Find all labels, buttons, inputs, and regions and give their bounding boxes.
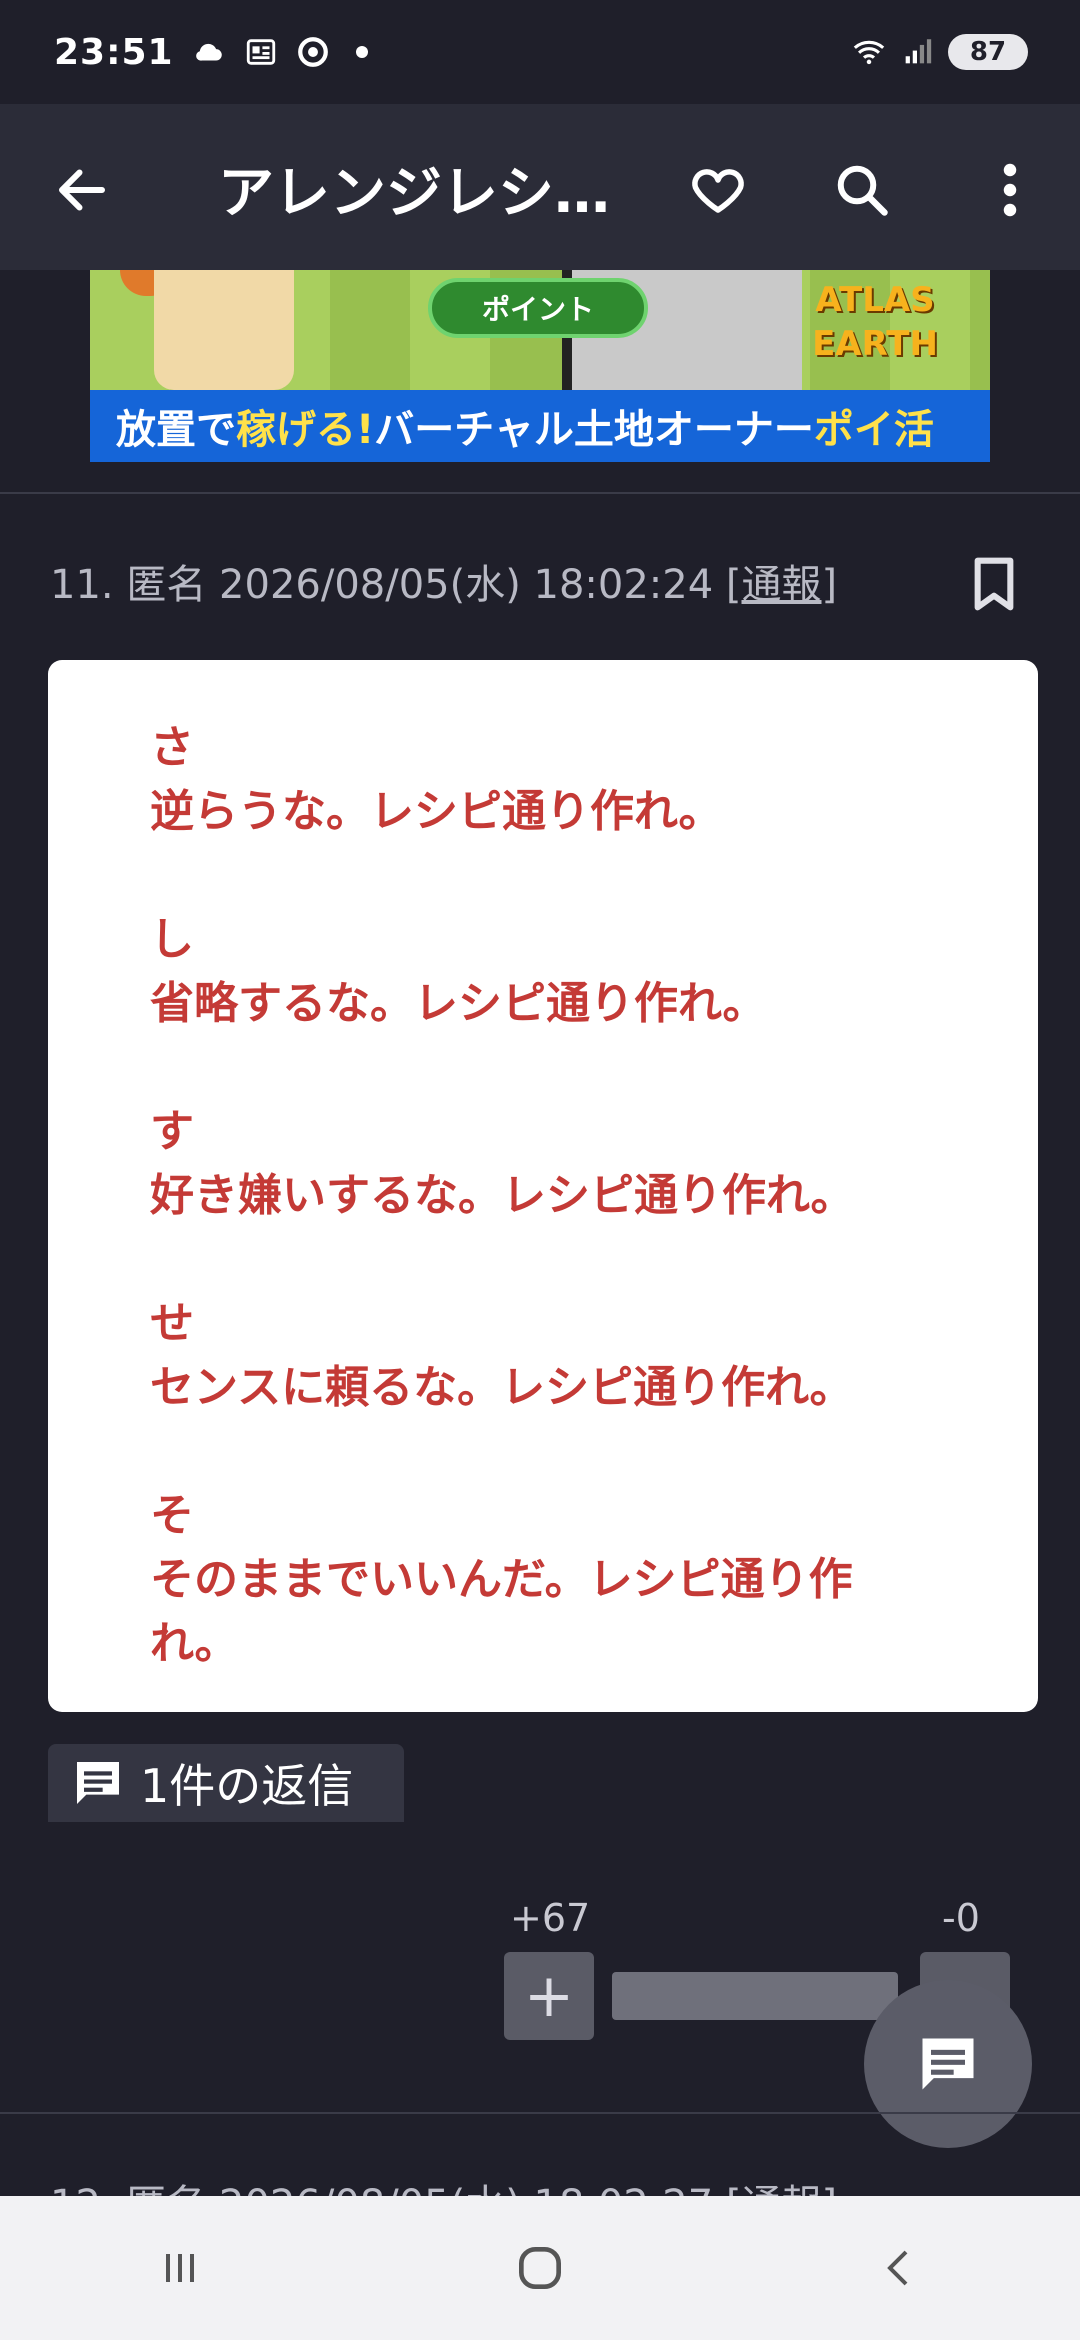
home-icon	[519, 2247, 561, 2289]
comment-line	[150, 1036, 1000, 1100]
cloud-icon	[195, 43, 222, 61]
divider	[0, 2112, 1080, 2114]
plus-vote-count: +67	[510, 1896, 591, 1940]
vote-ratio-bar	[612, 1972, 898, 2020]
recents-button[interactable]	[140, 2228, 220, 2308]
comment-line: 省略するな。レシピ通り作れ。	[150, 978, 767, 1029]
back-button[interactable]	[860, 2228, 940, 2308]
ad-tagline-highlight: ポイ活	[813, 407, 934, 453]
battery-indicator: 87	[948, 34, 1028, 70]
comment-image[interactable]: さ逆らうな。レシピ通り作れ。し省略するな。レシピ通り作れ。す好き嫌いするな。レシ…	[48, 660, 1038, 1712]
recents-icon	[166, 2254, 194, 2282]
signal-icon	[905, 39, 932, 64]
comment-line: 逆らうな。レシピ通り作れ。	[150, 786, 723, 837]
back-icon	[887, 2250, 908, 2286]
comment-line: さ	[150, 722, 194, 773]
ad-tagline-highlight: 稼げる!	[236, 407, 375, 453]
bookmark-icon[interactable]	[972, 556, 1016, 612]
wifi-icon	[853, 40, 885, 65]
comment-icon	[77, 1762, 119, 1804]
app-bar: アレンジレシ…	[0, 104, 1080, 270]
news-icon	[246, 39, 275, 65]
comment-line: センスに頼るな。レシピ通り作れ。	[150, 1362, 854, 1413]
chrome-icon	[297, 37, 328, 67]
ad-character	[154, 270, 294, 390]
ad-brand-logo: ATLAS EARTH	[812, 280, 938, 364]
comment-line: 好き嫌いするな。レシピ通り作れ。	[150, 1170, 855, 1221]
comment-text: さ逆らうな。レシピ通り作れ。し省略するな。レシピ通り作れ。す好き嫌いするな。レシ…	[150, 716, 1000, 1676]
comment-line: し	[150, 914, 194, 965]
status-bar: 23:51 87	[0, 0, 1080, 104]
home-button[interactable]	[500, 2228, 580, 2308]
reply-count-button[interactable]: 1件の返信	[48, 1744, 404, 1822]
comment-line: れ。	[150, 1618, 239, 1669]
comment-line: そのままでいいんだ。レシピ通り作	[150, 1554, 853, 1605]
ad-tagline-part: バーチャル土地オーナー	[374, 407, 814, 453]
more-vert-icon[interactable]	[990, 160, 1030, 220]
chat-icon	[922, 2038, 974, 2090]
comment-line	[150, 844, 1000, 908]
plus-vote-button[interactable]: +	[504, 1952, 594, 2040]
minus-vote-count: -0	[942, 1896, 980, 1940]
ad-banner[interactable]: ポイント ATLAS EARTH 放置で 稼げる! バーチャル土地オーナー ポイ活	[90, 270, 990, 462]
ad-tagline: 放置で 稼げる! バーチャル土地オーナー ポイ活	[90, 390, 990, 462]
ad-point-badge: ポイント	[428, 278, 648, 338]
notification-dot	[355, 46, 368, 58]
comment-header: 11. 匿名 2026/08/05(水) 18:02:24 [通報]	[50, 552, 837, 610]
report-link[interactable]: [通報]	[726, 562, 837, 608]
comment-line: そ	[150, 1490, 194, 1541]
system-nav-bar	[0, 2196, 1080, 2340]
comment-line	[150, 1420, 1000, 1484]
search-icon[interactable]	[832, 160, 892, 220]
arrow-left-icon[interactable]	[52, 160, 112, 220]
comment-line	[150, 1228, 1000, 1292]
battery-level: 87	[969, 37, 1007, 67]
comment-line: す	[150, 1106, 194, 1157]
reply-count-label: 1件の返信	[140, 1759, 354, 1813]
heart-icon[interactable]	[688, 160, 748, 220]
ad-tagline-part: 放置で	[116, 407, 236, 453]
divider	[0, 492, 1080, 494]
comment-line: せ	[150, 1298, 194, 1349]
compose-comment-button[interactable]	[864, 1980, 1032, 2148]
page-title: アレンジレシ…	[218, 161, 610, 226]
comment-meta: 11. 匿名 2026/08/05(水) 18:02:24	[50, 562, 714, 608]
status-time: 23:51	[54, 31, 174, 73]
